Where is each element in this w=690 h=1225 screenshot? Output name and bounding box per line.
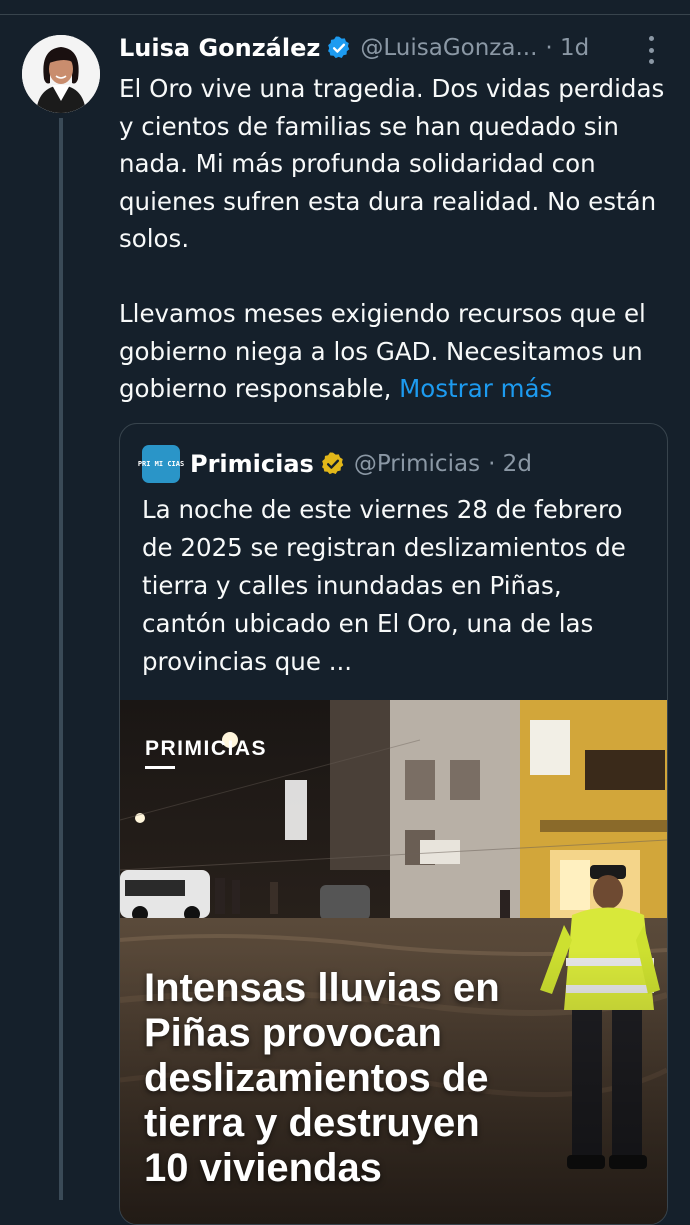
tweet-header: Luisa González @LuisaGonza... · 1d <box>119 31 589 65</box>
quoted-tweet-card[interactable]: PRI MI CIAS Primicias @Primicias · 2d La… <box>119 423 668 1225</box>
headline-line-1: Intensas lluvias en <box>144 966 500 1010</box>
gold-verified-badge-icon[interactable] <box>320 451 346 477</box>
image-brand-bar <box>145 766 175 769</box>
tweet-text: El Oro vive una tragedia. Dos vidas perd… <box>119 70 679 408</box>
image-headline: Intensas lluvias en Piñas provocan desli… <box>144 966 544 1191</box>
headline-line-4: tierra y destruyen <box>144 1101 480 1145</box>
primicias-logo[interactable]: PRI MI CIAS <box>138 445 184 483</box>
quoted-tweet-image[interactable]: PRIMICIAS Intensas lluvias en Piñas prov… <box>120 700 667 1224</box>
author-name[interactable]: Luisa González <box>119 34 320 62</box>
tweet-paragraph-1: El Oro vive una tragedia. Dos vidas perd… <box>119 74 665 253</box>
show-more-link[interactable]: Mostrar más <box>399 374 552 403</box>
tweet-paragraph-2: Llevamos meses exigiendo recursos que el… <box>119 295 679 408</box>
tweet-paragraph-2-text: Llevamos meses exigiendo recursos que el… <box>119 299 646 403</box>
thread-line <box>59 118 63 1200</box>
image-brand-watermark: PRIMICIAS <box>145 737 268 760</box>
quoted-tweet-header: PRI MI CIAS Primicias @Primicias · 2d <box>138 444 532 484</box>
blue-verified-badge-icon[interactable] <box>326 35 352 61</box>
headline-line-2: Piñas provocan <box>144 1011 442 1055</box>
quoted-tweet-text: La noche de este viernes 28 de febrero d… <box>142 495 626 676</box>
top-divider <box>0 14 690 15</box>
primicias-logo-text: PRI MI CIAS <box>137 460 185 468</box>
author-avatar[interactable] <box>22 35 100 113</box>
avatar-photo <box>22 35 100 113</box>
quoted-author-handle[interactable]: @Primicias <box>354 451 480 477</box>
quoted-author-name[interactable]: Primicias <box>190 450 314 478</box>
headline-line-5: 10 viviendas <box>144 1146 382 1190</box>
author-handle[interactable]: @LuisaGonza... <box>360 35 537 61</box>
tweet-timestamp[interactable]: · 1d <box>545 35 589 61</box>
headline-line-3: deslizamientos de <box>144 1056 489 1100</box>
more-options-icon[interactable] <box>641 36 661 64</box>
quoted-timestamp[interactable]: · 2d <box>488 451 532 477</box>
